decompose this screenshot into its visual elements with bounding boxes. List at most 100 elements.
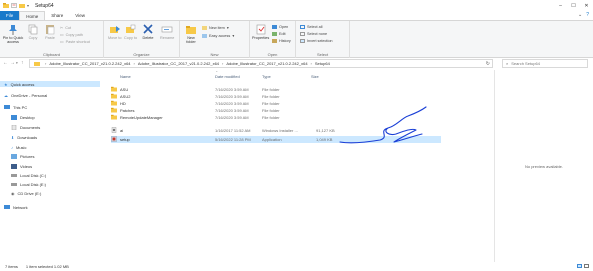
easy-access-icon: [202, 33, 207, 38]
download-icon: ⬇: [11, 135, 15, 140]
nav-cd-drive[interactable]: ◉ CD Drive (E:): [11, 191, 41, 196]
file-name: HD: [120, 101, 126, 106]
history-button[interactable]: History: [272, 39, 291, 43]
forward-icon[interactable]: →: [10, 60, 15, 66]
tab-view[interactable]: View: [69, 11, 91, 20]
music-icon: ♪: [11, 145, 13, 150]
table-row[interactable]: setup 5/16/2022 11:28 PM Application 1,049 …: [111, 136, 441, 143]
table-row[interactable]: Patches 7/16/2020 3:59 AM File folder: [111, 107, 441, 114]
close-button[interactable]: ✕: [580, 0, 593, 11]
copy-to-icon: [125, 24, 135, 33]
invert-selection-button[interactable]: Invert selection: [300, 39, 333, 43]
copy-button[interactable]: Copy: [27, 24, 39, 40]
copy-path-icon: ▭: [60, 33, 64, 37]
nav-local-disk-c[interactable]: Local Disk (C:): [11, 173, 46, 178]
drive-icon: [11, 183, 17, 186]
nav-quick-access[interactable]: ★ Quick access: [0, 81, 100, 87]
nav-downloads[interactable]: ⬇ Downloads: [11, 135, 37, 140]
back-icon[interactable]: ←: [3, 60, 8, 66]
file-name: ai: [120, 128, 124, 133]
search-input[interactable]: ⌕ Search Setup64: [502, 59, 588, 68]
new-item-button[interactable]: New item ▾: [202, 25, 229, 30]
folder-icon: [3, 3, 9, 8]
network-icon: [4, 205, 10, 209]
nav-desktop[interactable]: Desktop: [11, 115, 35, 120]
table-row[interactable]: ai 1/16/2017 11:52 AM Windows Installer ..…: [111, 127, 441, 134]
table-row[interactable]: HD 7/16/2020 3:59 AM File folder: [111, 100, 441, 107]
rename-button[interactable]: Rename: [160, 24, 174, 40]
nav-videos[interactable]: Videos: [11, 164, 32, 169]
copy-to-button[interactable]: Copy to: [124, 24, 137, 40]
folder-icon: [111, 93, 117, 99]
open-group: Properties Open Edit History Open: [250, 21, 296, 58]
open-button[interactable]: Open: [272, 25, 288, 29]
nav-music[interactable]: ♪ Music: [11, 145, 26, 150]
table-row[interactable]: ASU 7/16/2020 3:59 AM File folder: [111, 86, 441, 93]
tab-share[interactable]: Share: [45, 11, 69, 20]
breadcrumb[interactable]: Adobe_Illustrator_CC_2017_v21.0.2.242_x6…: [49, 61, 130, 66]
file-date: 7/16/2020 3:59 AM: [215, 87, 249, 92]
column-header-name[interactable]: Name: [120, 74, 131, 79]
details-view-icon[interactable]: [577, 264, 582, 268]
file-date: 7/16/2020 3:59 AM: [215, 101, 249, 106]
search-placeholder: Search Setup64: [511, 61, 540, 66]
qat-dropdown-icon[interactable]: ▾: [27, 3, 29, 8]
tab-file[interactable]: File: [0, 11, 20, 20]
address-bar[interactable]: › Adobe_Illustrator_CC_2017_v21.0.2.242_…: [29, 59, 493, 68]
new-folder-button[interactable]: New folder: [184, 24, 198, 44]
table-row[interactable]: RemoteUpdateManager 7/16/2020 3:59 AM File…: [111, 114, 441, 121]
nav-pictures[interactable]: Pictures: [11, 154, 34, 159]
select-all-icon: [300, 25, 305, 29]
ribbon-tabs: File Home Share View ⌄ ?: [0, 11, 593, 20]
refresh-icon[interactable]: ↻: [486, 61, 490, 67]
cut-button[interactable]: ✂ Cut: [60, 25, 71, 31]
copy-path-button[interactable]: ▭ Copy path: [60, 32, 83, 38]
table-row[interactable]: ASU2 7/16/2020 3:59 AM File folder: [111, 93, 441, 100]
file-date: 5/16/2022 11:28 PM: [215, 137, 251, 142]
minimize-button[interactable]: –: [554, 0, 567, 11]
delete-button[interactable]: Delete: [142, 24, 154, 40]
breadcrumb[interactable]: Adobe_Illustrator_CC_2017_v21.0.2.242_x6…: [226, 61, 307, 66]
nav-documents[interactable]: Documents: [11, 125, 40, 130]
column-header-size[interactable]: Size: [311, 74, 319, 79]
column-header-date[interactable]: Date modified: [215, 74, 240, 79]
new-folder-quick-icon[interactable]: [19, 3, 25, 8]
nav-onedrive[interactable]: ☁ OneDrive - Personal: [4, 93, 47, 98]
select-all-button[interactable]: Select all: [300, 25, 322, 29]
nav-local-disk-e[interactable]: Local Disk (E:): [11, 182, 46, 187]
up-icon[interactable]: ↑: [21, 60, 24, 66]
maximize-button[interactable]: ☐: [567, 0, 580, 11]
folder-icon: [34, 62, 40, 66]
select-none-button[interactable]: Select none: [300, 32, 327, 36]
large-icons-view-icon[interactable]: [584, 264, 589, 268]
selection-info: 1 item selected 1.02 MB: [25, 264, 69, 269]
edit-button[interactable]: Edit: [272, 32, 286, 36]
easy-access-button[interactable]: Easy access ▾: [202, 33, 234, 38]
search-icon: ⌕: [506, 61, 509, 66]
breadcrumb[interactable]: Setup64: [315, 61, 330, 66]
column-header-type[interactable]: Type: [262, 74, 271, 79]
nav-this-pc[interactable]: This PC: [4, 105, 27, 110]
invert-selection-icon: [300, 39, 305, 43]
properties-button[interactable]: Properties: [252, 24, 269, 40]
folder-icon: [111, 86, 117, 92]
ribbon-collapse-icon[interactable]: ⌄: [578, 12, 582, 18]
properties-icon[interactable]: [11, 3, 17, 8]
window-title: Setup64: [35, 2, 54, 9]
paste-shortcut-button[interactable]: ▭ Paste shortcut: [60, 39, 90, 45]
history-icon: [272, 39, 277, 43]
nav-network[interactable]: Network: [4, 205, 28, 210]
tab-home[interactable]: Home: [19, 11, 46, 20]
recent-locations-icon[interactable]: ▾: [16, 61, 18, 65]
folder-icon: [111, 107, 117, 113]
pin-icon: [9, 25, 17, 35]
pin-quick-access-button[interactable]: Pin to Quick access: [2, 24, 24, 44]
help-icon[interactable]: ?: [586, 12, 589, 18]
cut-icon: ✂: [60, 26, 64, 30]
move-to-button[interactable]: Move to: [108, 24, 122, 40]
new-folder-icon: [186, 26, 196, 34]
file-date: 1/16/2017 11:52 AM: [215, 128, 251, 133]
paste-button[interactable]: Paste: [44, 24, 56, 40]
breadcrumb[interactable]: Adobe_Illustrator_CC_2017_v21.0.2.242_x6…: [138, 61, 219, 66]
rename-icon: [161, 26, 173, 33]
